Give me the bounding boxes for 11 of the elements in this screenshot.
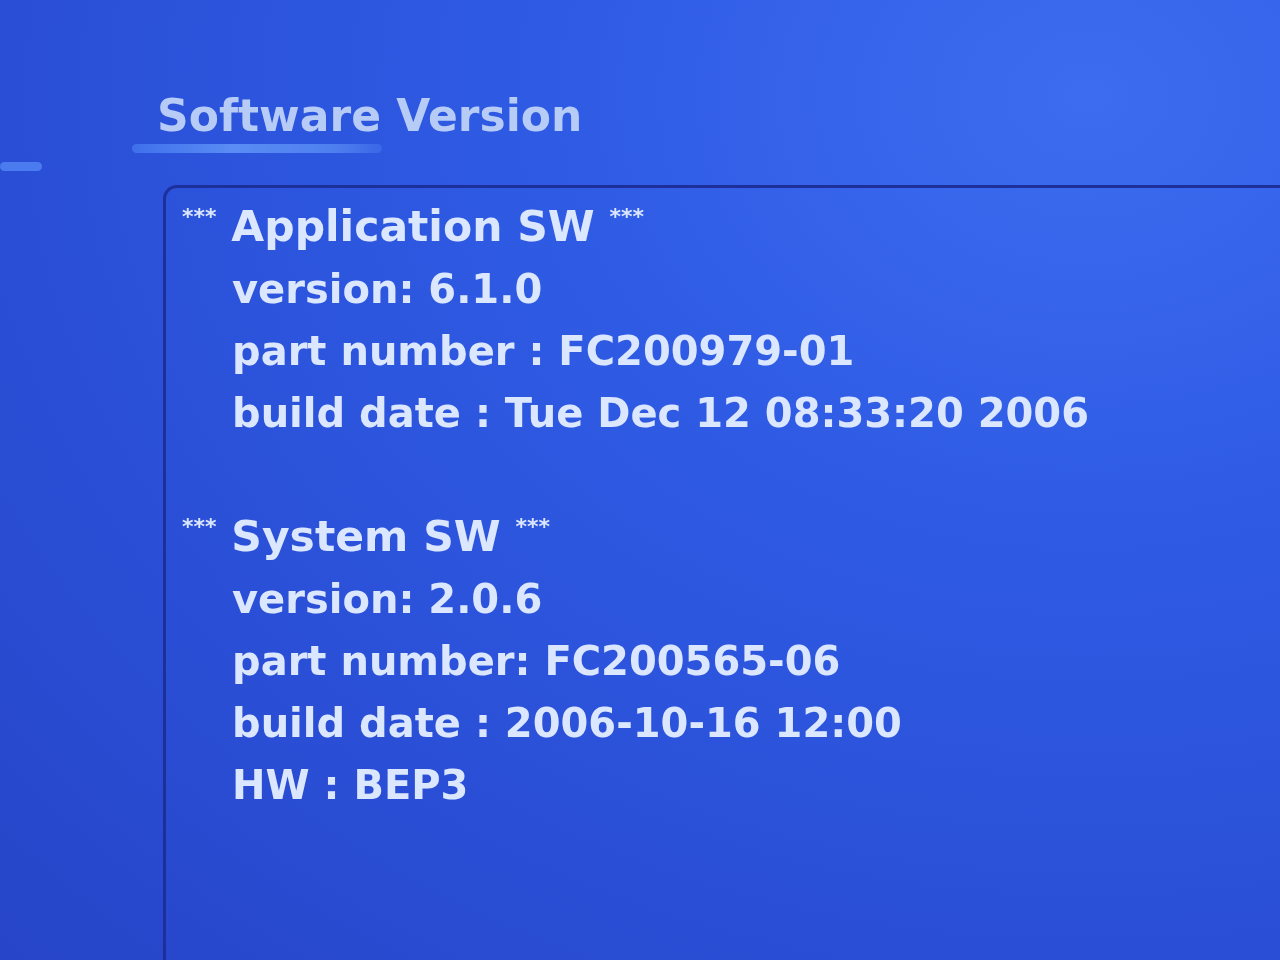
info-line: HW : BEP3	[232, 761, 469, 811]
page-title: Software Version	[157, 92, 583, 141]
info-line: part number: FC200565-06	[232, 637, 841, 687]
info-line: build date : Tue Dec 12 08:33:20 2006	[232, 389, 1090, 439]
info-line: build date : 2006-10-16 12:00	[232, 699, 902, 749]
info-line: part number : FC200979-01	[232, 327, 855, 377]
info-line: version: 2.0.6	[232, 575, 543, 625]
section-heading: $^{***}$ System SW $^{***}$	[182, 511, 550, 564]
info-line: version: 6.1.0	[232, 265, 543, 315]
highlight-streak	[0, 162, 42, 172]
section-heading: $^{***}$ Application SW $^{***}$	[182, 201, 644, 254]
